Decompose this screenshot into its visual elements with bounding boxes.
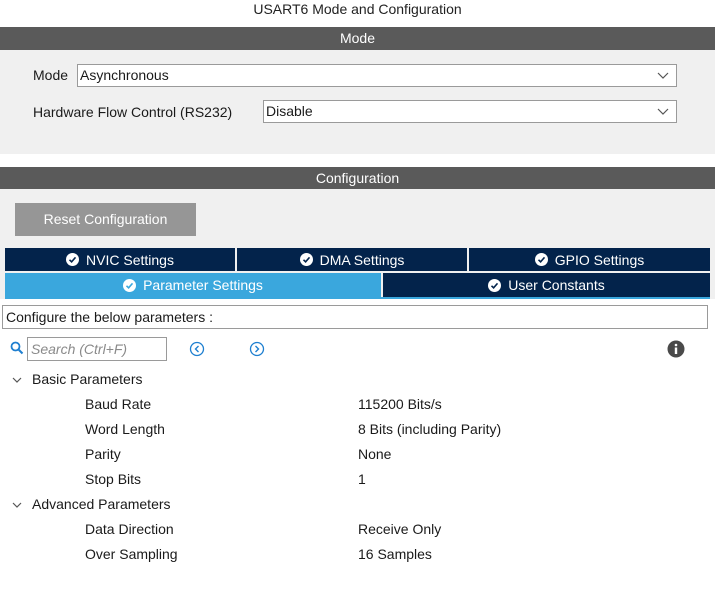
param-value-parity[interactable]: None: [358, 446, 391, 462]
flow-control-select[interactable]: Disable: [263, 100, 677, 123]
chevron-down-icon: [657, 108, 669, 115]
info-icon[interactable]: [667, 340, 685, 358]
mode-select[interactable]: Asynchronous: [77, 64, 677, 87]
tab-label: User Constants: [508, 277, 605, 293]
param-name-word-length: Word Length: [85, 421, 165, 437]
tab-label: DMA Settings: [319, 251, 405, 268]
parameters-description: Configure the below parameters :: [2, 305, 708, 329]
param-name-parity: Parity: [85, 446, 121, 462]
param-value-word-length[interactable]: 8 Bits (including Parity): [358, 421, 501, 437]
tab-user-constants[interactable]: User Constants: [383, 273, 710, 297]
param-value-baud-rate[interactable]: 115200 Bits/s: [358, 396, 442, 412]
param-value-data-direction[interactable]: Receive Only: [358, 521, 441, 537]
param-value-stop-bits[interactable]: 1: [358, 471, 366, 487]
mode-select-value: Asynchronous: [80, 67, 169, 83]
collapse-icon[interactable]: [11, 374, 23, 386]
tab-dma-settings[interactable]: DMA Settings: [237, 248, 467, 271]
search-icon: [10, 341, 24, 355]
flow-control-label: Hardware Flow Control (RS232): [33, 104, 233, 120]
tab-parameter-settings[interactable]: Parameter Settings: [5, 273, 381, 297]
param-name-over-sampling: Over Sampling: [85, 546, 178, 562]
reset-configuration-button[interactable]: Reset Configuration: [15, 203, 196, 236]
chevron-down-icon: [657, 72, 669, 79]
previous-icon[interactable]: [189, 341, 205, 357]
collapse-icon[interactable]: [11, 499, 23, 511]
param-value-over-sampling[interactable]: 16 Samples: [358, 546, 432, 562]
search-input[interactable]: [27, 337, 167, 361]
param-name-stop-bits: Stop Bits: [85, 471, 142, 487]
check-circle-icon: [488, 278, 502, 292]
tab-gpio-settings[interactable]: GPIO Settings: [469, 248, 710, 271]
configuration-section-header: Configuration: [0, 167, 715, 189]
tab-label: Parameter Settings: [143, 277, 263, 293]
flow-control-select-value: Disable: [266, 103, 313, 119]
mode-label: Mode: [33, 67, 69, 83]
check-circle-icon: [123, 278, 137, 292]
tab-label: NVIC Settings: [86, 251, 174, 268]
param-name-baud-rate: Baud Rate: [85, 396, 152, 412]
check-circle-icon: [299, 253, 313, 266]
param-name-data-direction: Data Direction: [85, 521, 174, 537]
tab-label: GPIO Settings: [554, 251, 645, 268]
window-title: USART6 Mode and Configuration: [253, 1, 462, 17]
group-basic-parameters: Basic Parameters: [32, 371, 143, 387]
tab-nvic-settings[interactable]: NVIC Settings: [5, 248, 235, 271]
next-icon[interactable]: [249, 341, 265, 357]
mode-section-header: Mode: [0, 27, 715, 50]
section-gap: [0, 154, 715, 167]
check-circle-icon: [534, 253, 548, 266]
group-advanced-parameters: Advanced Parameters: [32, 496, 171, 512]
check-circle-icon: [66, 253, 80, 266]
